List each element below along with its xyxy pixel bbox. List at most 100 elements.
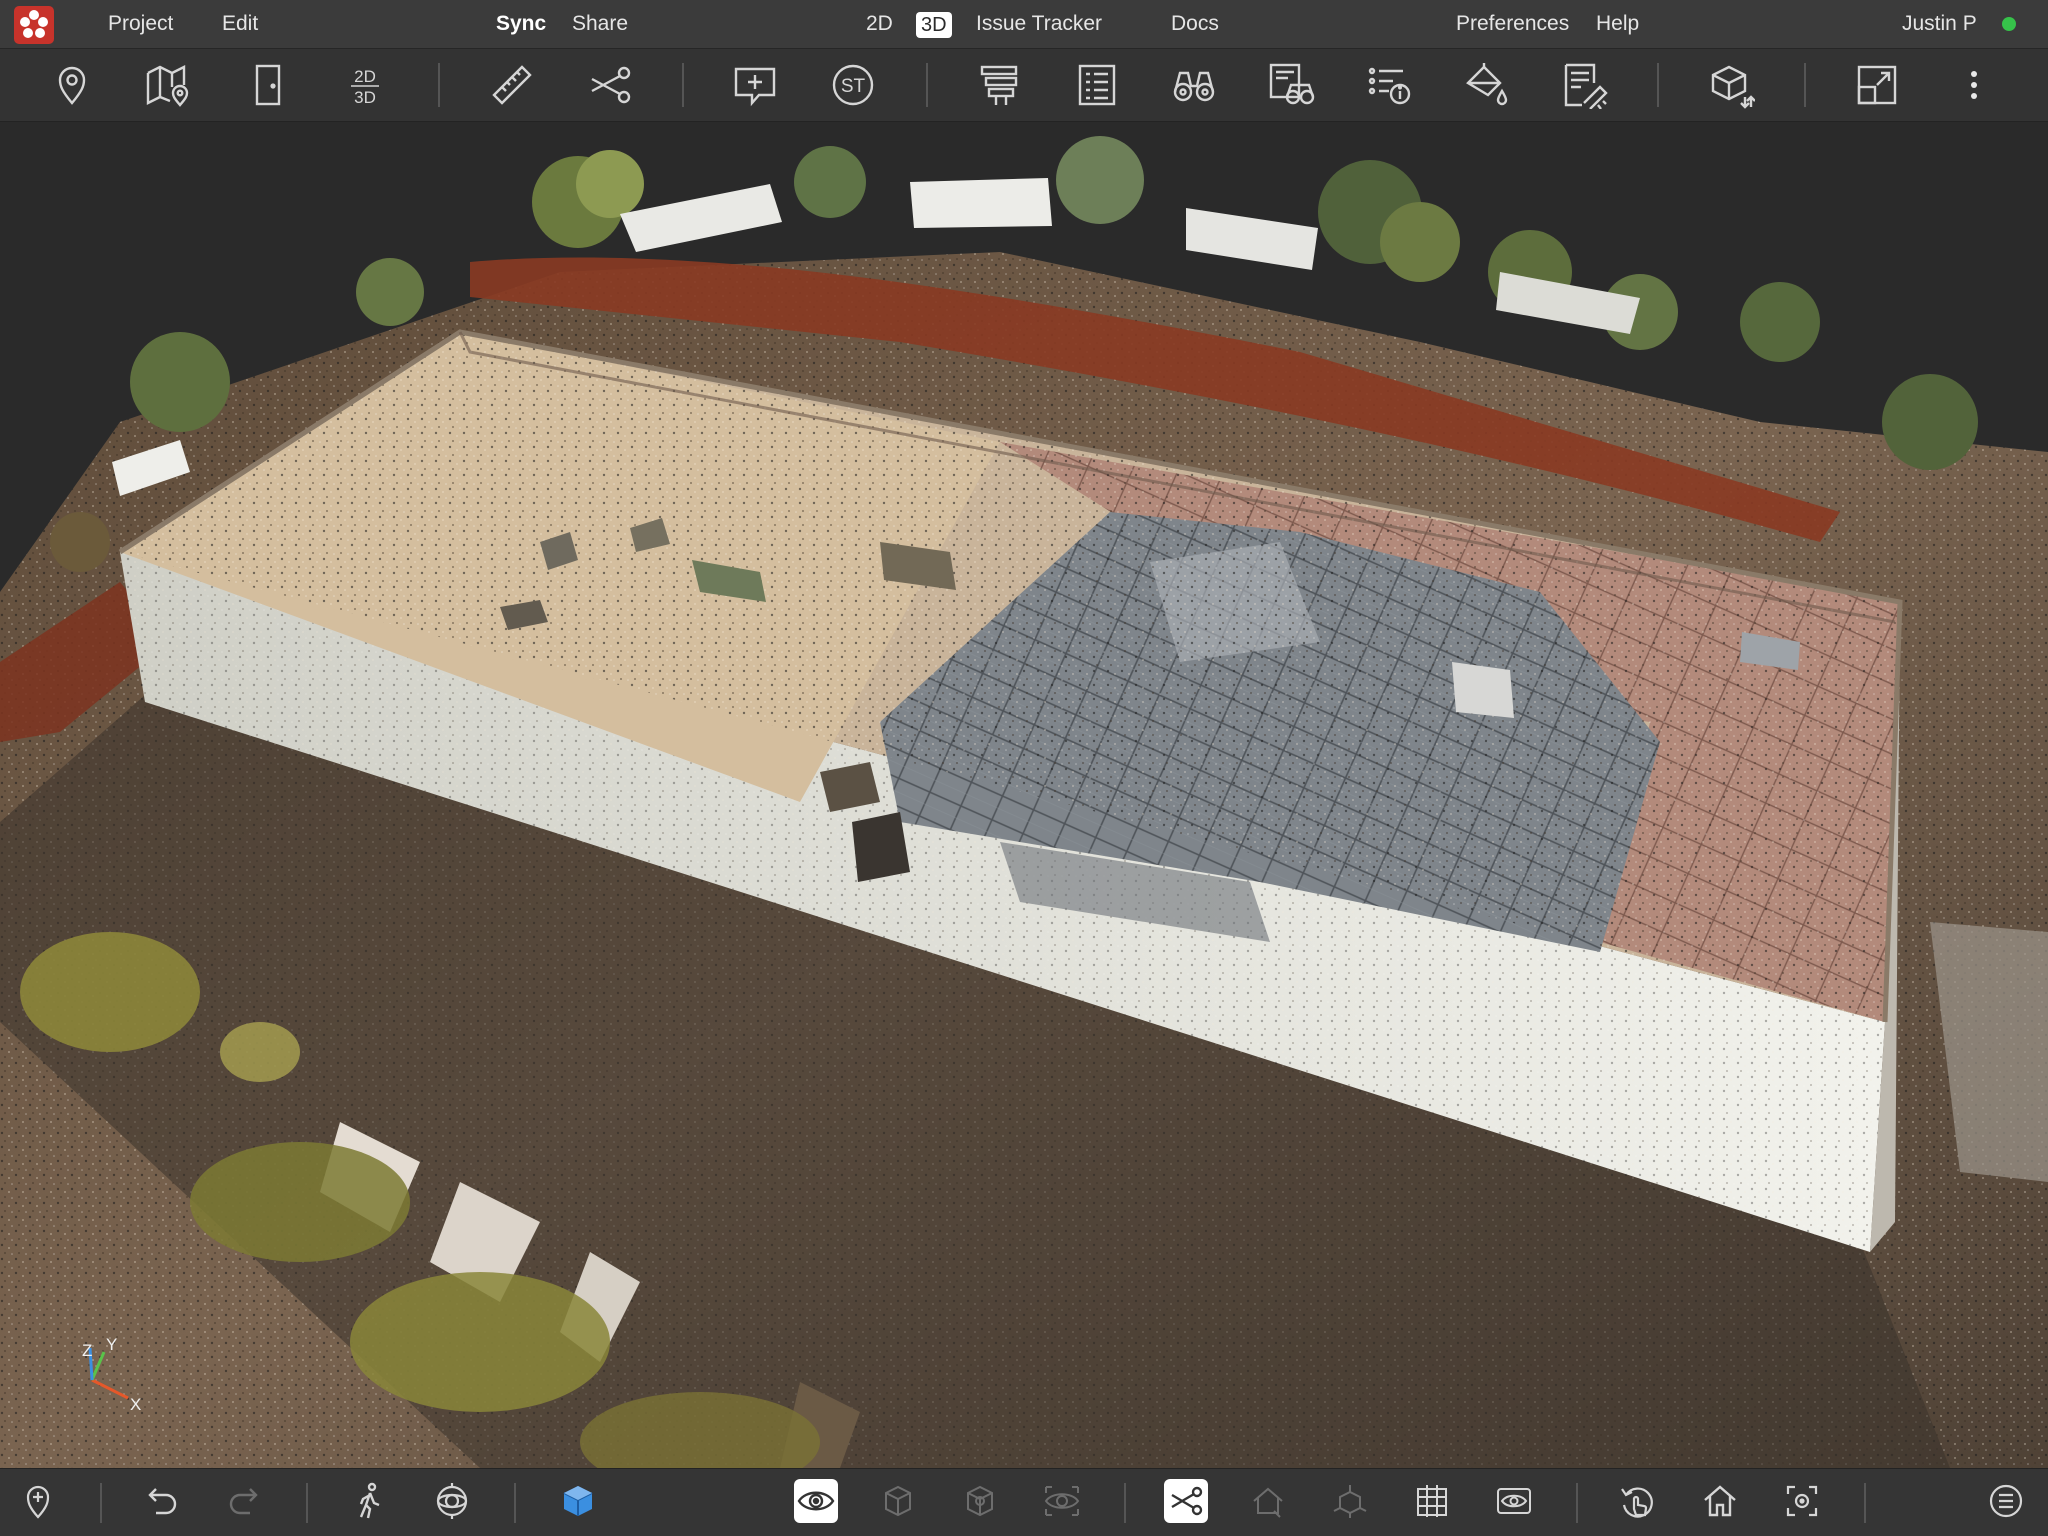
home-icon (1704, 1485, 1736, 1517)
walk-icon (359, 1482, 380, 1519)
info-list-button[interactable] (1365, 61, 1413, 109)
map-pin-button[interactable] (144, 61, 192, 109)
dd-top-label: 2D (354, 67, 376, 86)
point-cloud-viewport[interactable]: X Y Z (0, 122, 2048, 1468)
toolbar-divider (682, 63, 684, 107)
paint-bucket-icon (1466, 63, 1508, 106)
rotate-button[interactable] (1616, 1479, 1660, 1523)
menu-issue-tracker[interactable]: Issue Tracker (976, 12, 1102, 36)
more-icon (1971, 71, 1977, 99)
cube-icon (563, 1486, 593, 1516)
grid-icon (1417, 1485, 1447, 1517)
flower-logo-icon (20, 10, 48, 38)
axis-y-label: Y (106, 1335, 117, 1354)
more-options-button[interactable] (1950, 61, 1998, 109)
menu-help[interactable]: Help (1596, 12, 1639, 36)
undo-button[interactable] (140, 1479, 184, 1523)
notes-icon (1564, 63, 1608, 109)
box-shaded-button[interactable] (958, 1479, 1002, 1523)
view-2d-toggle[interactable]: 2D (866, 12, 893, 36)
menu-bar: Project Edit Sync Share 2D 3D Issue Trac… (0, 0, 2048, 49)
bottom-divider (1124, 1483, 1126, 1523)
home-view-button[interactable] (1698, 1479, 1742, 1523)
focus-icon (1786, 1485, 1818, 1517)
eye-icon (797, 1491, 835, 1511)
dimension-toggle-button[interactable]: 2D 3D (341, 61, 389, 109)
cube-view-button[interactable] (556, 1479, 600, 1523)
ruler-icon (492, 65, 532, 105)
house-outline-icon (1253, 1487, 1283, 1518)
st-button[interactable]: ST (829, 61, 877, 109)
grid-button[interactable] (1410, 1479, 1454, 1523)
box-outline-icon (885, 1485, 911, 1517)
section-cut-button[interactable] (586, 61, 634, 109)
user-name[interactable]: Justin P (1902, 12, 1977, 36)
axis-z-label: Z (82, 1341, 92, 1360)
layers-button[interactable] (975, 61, 1023, 109)
add-location-button[interactable] (16, 1479, 60, 1523)
eye-layer-icon (1497, 1488, 1531, 1514)
axis-x-label: X (130, 1395, 141, 1414)
tool-bar: 2D 3D ST (0, 49, 2048, 122)
menu-share[interactable]: Share (572, 12, 628, 36)
measure-button[interactable] (488, 61, 536, 109)
walk-mode-button[interactable] (348, 1479, 392, 1523)
toolbar-divider (926, 63, 928, 107)
menu-preferences[interactable]: Preferences (1456, 12, 1569, 36)
toolbar-divider (438, 63, 440, 107)
visibility-target-button[interactable] (1040, 1479, 1084, 1523)
sync-status-indicator (2002, 17, 2016, 31)
location-pin-button[interactable] (48, 61, 96, 109)
toolbar-divider (1804, 63, 1806, 107)
door-button[interactable] (244, 61, 292, 109)
resize-button[interactable] (1853, 61, 1901, 109)
door-icon (255, 64, 281, 106)
bottom-divider (1576, 1483, 1578, 1523)
2d-3d-toggle-icon: 2D 3D (351, 67, 379, 107)
add-location-icon (26, 1485, 50, 1519)
view-3d-toggle[interactable]: 3D (916, 12, 952, 38)
box-outline-button[interactable] (876, 1479, 920, 1523)
st-icon: ST (832, 64, 874, 106)
add-comment-button[interactable] (731, 61, 779, 109)
visibility-target-icon (1044, 1486, 1080, 1516)
menu-project[interactable]: Project (108, 12, 173, 36)
binoculars-button[interactable] (1170, 61, 1218, 109)
cube-axis-button[interactable] (1328, 1479, 1372, 1523)
layer-visibility-button[interactable] (1492, 1479, 1536, 1523)
add-comment-icon (734, 67, 776, 107)
list-icon (1078, 64, 1116, 106)
visibility-button[interactable] (794, 1479, 838, 1523)
focus-button[interactable] (1780, 1479, 1824, 1523)
menu-docs[interactable]: Docs (1171, 12, 1219, 36)
point-cloud-render: X Y Z (0, 136, 2048, 1468)
scissors-icon (591, 66, 631, 104)
menu-sync[interactable]: Sync (496, 12, 546, 36)
toolbar-divider (1657, 63, 1659, 107)
redo-icon (229, 1488, 258, 1515)
orbit-mode-button[interactable] (430, 1479, 474, 1523)
menu-edit[interactable]: Edit (222, 12, 258, 36)
redo-button[interactable] (222, 1479, 266, 1523)
scan-binoculars-icon (1269, 63, 1315, 105)
list-button[interactable] (1073, 61, 1121, 109)
notes-button[interactable] (1560, 61, 1608, 109)
bottom-tool-bar (0, 1468, 2048, 1536)
bottom-divider (100, 1483, 102, 1523)
clip-tool-button[interactable] (1164, 1479, 1208, 1523)
house-outline-button[interactable] (1246, 1479, 1290, 1523)
menu-circle-icon (1989, 1484, 2023, 1518)
menu-button[interactable] (1984, 1479, 2028, 1523)
app-logo[interactable] (14, 6, 54, 44)
binoculars-icon (1173, 71, 1215, 102)
clip-scissors-icon (1171, 1486, 1203, 1516)
paint-bucket-button[interactable] (1462, 61, 1510, 109)
orbit-icon (436, 1483, 468, 1519)
resize-icon (1857, 65, 1897, 105)
cube-export-button[interactable] (1707, 61, 1755, 109)
st-label: ST (841, 76, 866, 97)
scan-view-button[interactable] (1267, 61, 1315, 109)
location-pin-icon (58, 66, 86, 105)
box-shaded-icon (967, 1485, 993, 1517)
undo-icon (148, 1488, 177, 1515)
